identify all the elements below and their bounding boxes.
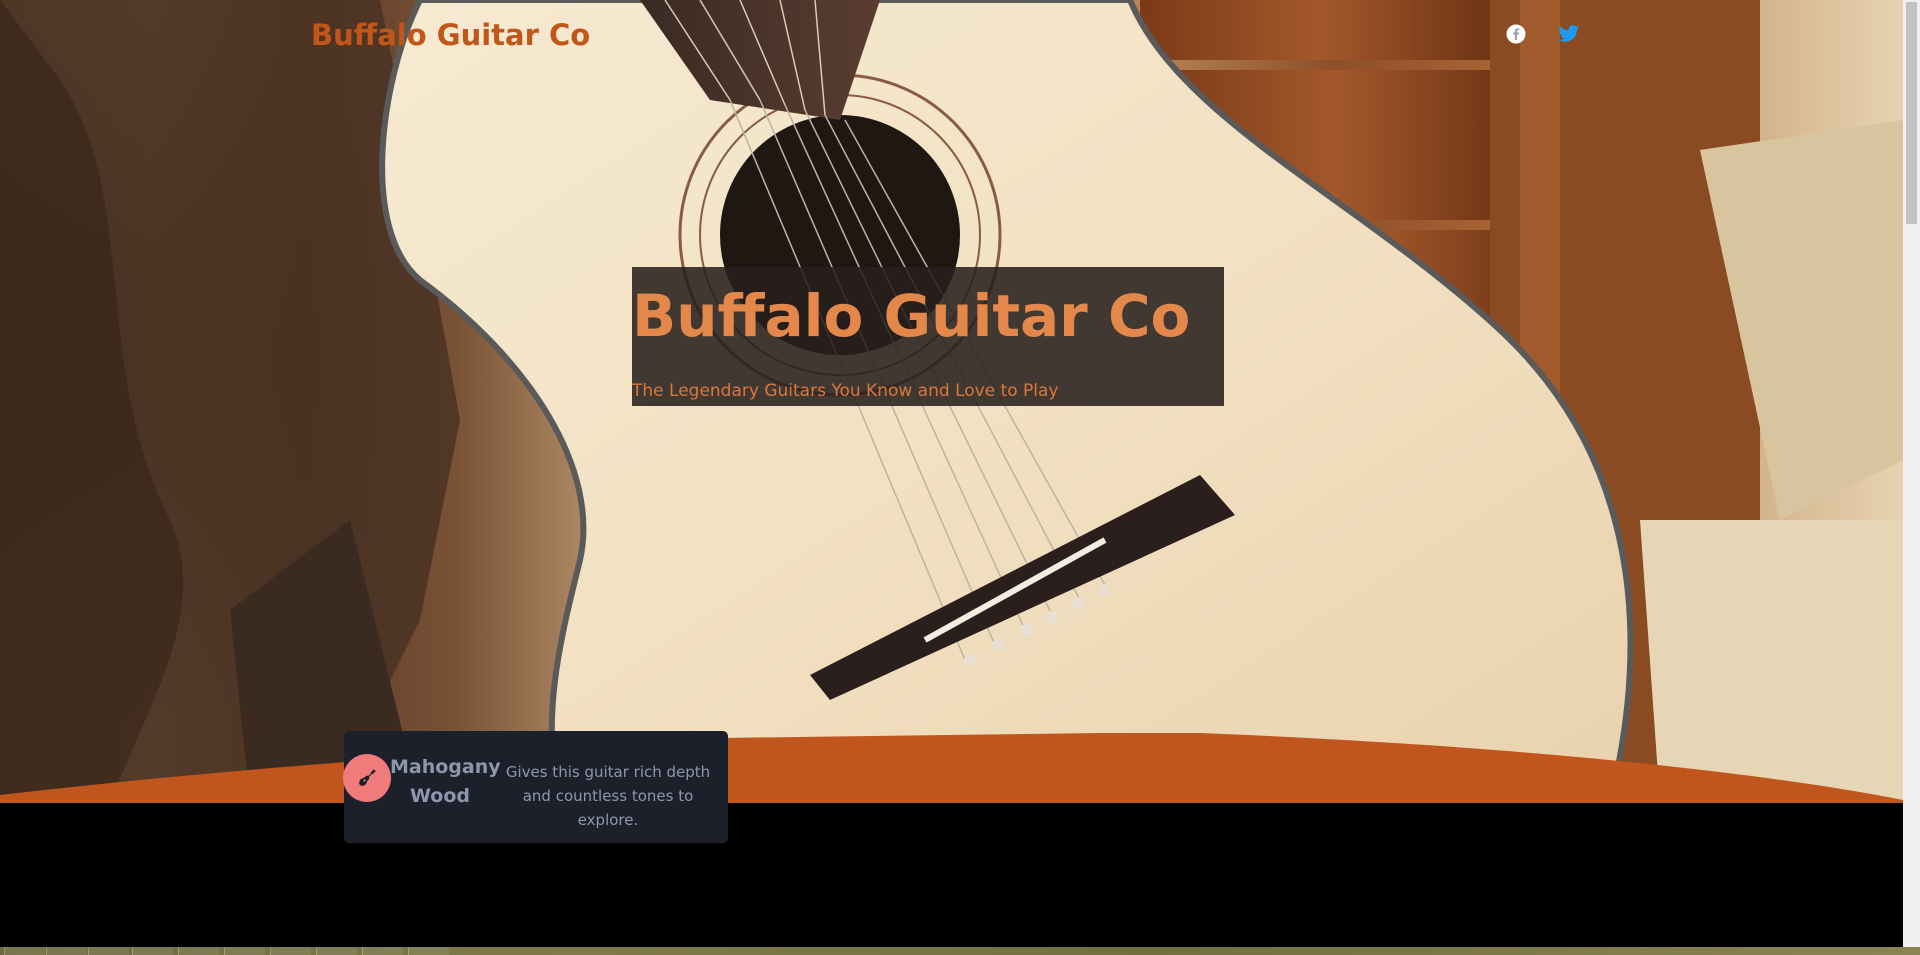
taskbar-item[interactable] [4,947,45,955]
scrollbar-thumb[interactable] [1906,2,1917,224]
taskbar-item[interactable] [270,947,311,955]
taskbar-item[interactable] [224,947,265,955]
facebook-icon[interactable] [1504,22,1528,46]
page: Buffalo Guitar Co Buffalo Guitar Co The … [0,0,1920,955]
taskbar-item[interactable] [46,947,87,955]
taskbar-item[interactable] [178,947,219,955]
feature-title: Mahogany Wood [390,756,501,807]
hero-title: Buffalo Guitar Co [632,282,1191,350]
vertical-scrollbar[interactable] [1903,0,1920,947]
taskbar-item[interactable] [132,947,173,955]
feature-description: Gives this guitar rich depth and countle… [505,763,711,829]
taskbar [0,947,1920,955]
taskbar-item[interactable] [88,947,129,955]
hero-headline-card: Buffalo Guitar Co The Legendary Guitars … [632,267,1224,406]
taskbar-item[interactable] [362,947,403,955]
guitar-icon [343,754,391,802]
twitter-icon[interactable] [1557,22,1581,46]
brand-logo-link[interactable]: Buffalo Guitar Co [311,14,590,56]
hero-tagline: The Legendary Guitars You Know and Love … [632,381,1059,401]
feature-card: Mahogany Wood Gives this guitar rich dep… [343,731,728,843]
taskbar-item[interactable] [316,947,357,955]
taskbar-item[interactable] [408,947,449,955]
